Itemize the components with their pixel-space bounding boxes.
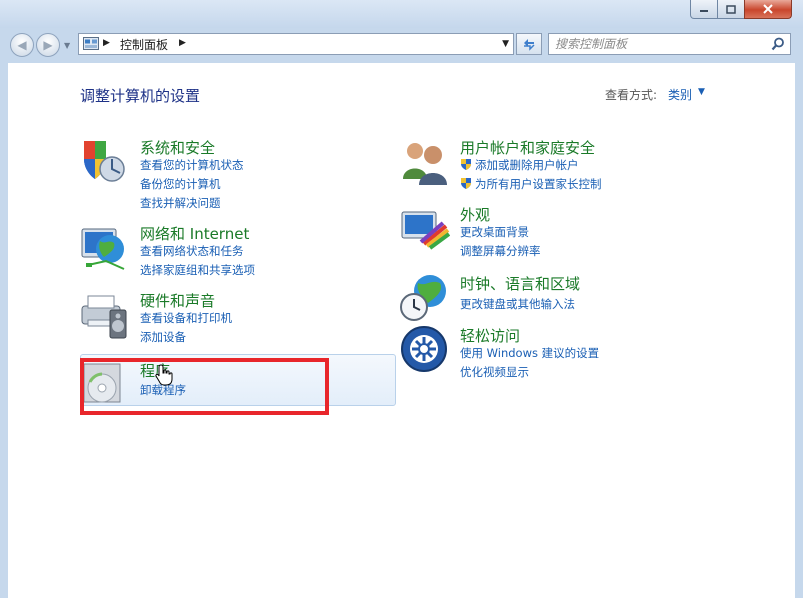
forward-button[interactable]: ▶ — [36, 33, 60, 57]
system-security-icon — [84, 141, 125, 182]
link-add-remove-accounts[interactable]: 添加或删除用户帐户 — [460, 157, 579, 173]
navigation-bar: ◀ ▶ ▼ ▶ 控制面板 ▶ ▼ — [0, 28, 803, 62]
link-change-desktop-background[interactable]: 更改桌面背景 — [460, 224, 529, 240]
refresh-button[interactable] — [516, 33, 542, 55]
refresh-icon — [524, 39, 535, 51]
category-system-security: 系统和安全 查看您的计算机状态 备份您的计算机 查找并解决问题 — [80, 137, 340, 212]
link-label[interactable]: 为所有用户设置家长控制 — [475, 177, 602, 191]
address-dropdown-icon[interactable]: ▼ — [502, 39, 509, 49]
breadcrumb-control-panel[interactable]: 控制面板 — [120, 36, 168, 53]
link-change-keyboard-input[interactable]: 更改键盘或其他输入法 — [460, 296, 575, 312]
clock-language-icon — [400, 275, 446, 321]
maximize-icon — [726, 4, 736, 14]
control-panel-icon — [83, 37, 99, 50]
category-ease-of-access: 轻松访问 使用 Windows 建议的设置 优化视频显示 — [400, 325, 660, 383]
category-title[interactable]: 硬件和声音 — [140, 290, 215, 311]
link-windows-suggested-settings[interactable]: 使用 Windows 建议的设置 — [460, 345, 599, 361]
category-network-internet: 网络和 Internet 查看网络状态和任务 选择家庭组和共享选项 — [80, 223, 340, 281]
close-icon — [763, 4, 773, 14]
category-title[interactable]: 系统和安全 — [140, 137, 215, 158]
title-bar[interactable] — [0, 0, 803, 28]
maximize-button[interactable] — [717, 0, 745, 19]
back-button[interactable]: ◀ — [10, 33, 34, 57]
breadcrumb-separator-icon[interactable]: ▶ — [103, 38, 110, 48]
category-clock-language-region: 时钟、语言和区域 更改键盘或其他输入法 — [400, 273, 660, 321]
category-title[interactable]: 网络和 Internet — [140, 223, 249, 244]
uac-shield-icon — [461, 178, 471, 189]
view-by-label: 查看方式: — [605, 88, 658, 102]
view-by-dropdown[interactable]: 类别 — [668, 86, 692, 103]
search-input[interactable] — [555, 35, 765, 53]
link-add-device[interactable]: 添加设备 — [140, 329, 186, 345]
hardware-sound-icon — [81, 295, 127, 339]
view-by-dropdown-arrow-icon[interactable]: ▼ — [698, 87, 705, 97]
link-find-fix-problems[interactable]: 查找并解决问题 — [140, 195, 221, 211]
category-title[interactable]: 轻松访问 — [460, 325, 520, 346]
breadcrumb-chevron-icon[interactable]: ▶ — [179, 38, 186, 48]
forward-arrow-icon: ▶ — [43, 38, 53, 52]
ease-of-access-icon — [401, 326, 447, 372]
minimize-button[interactable] — [690, 0, 718, 19]
close-button[interactable] — [744, 0, 792, 19]
link-label[interactable]: 添加或删除用户帐户 — [475, 158, 579, 172]
link-backup-computer[interactable]: 备份您的计算机 — [140, 176, 221, 192]
search-icon[interactable] — [771, 37, 785, 51]
hand-pointer-cursor-icon — [155, 364, 173, 386]
category-hardware-sound: 硬件和声音 查看设备和打印机 添加设备 — [80, 290, 340, 348]
category-title[interactable]: 用户帐户和家庭安全 — [460, 137, 595, 158]
link-optimize-video-display[interactable]: 优化视频显示 — [460, 364, 529, 380]
category-user-accounts: 用户帐户和家庭安全 添加或删除用户帐户 为所有用户设置家长控制 — [400, 137, 660, 195]
link-adjust-resolution[interactable]: 调整屏幕分辨率 — [460, 243, 541, 259]
address-bar[interactable]: ▶ 控制面板 ▶ ▼ — [78, 33, 514, 55]
minimize-icon — [700, 10, 708, 12]
control-panel-window: ◀ ▶ ▼ ▶ 控制面板 ▶ ▼ 搜索控制面板 调整计算机的设置 查看方式: 类… — [0, 0, 803, 598]
page-title: 调整计算机的设置 — [80, 87, 201, 105]
link-parental-controls[interactable]: 为所有用户设置家长控制 — [460, 176, 602, 192]
user-accounts-icon — [403, 143, 447, 185]
link-devices-printers[interactable]: 查看设备和打印机 — [140, 310, 232, 326]
uac-shield-icon — [461, 159, 471, 170]
category-title[interactable]: 时钟、语言和区域 — [460, 273, 580, 294]
link-view-network-status[interactable]: 查看网络状态和任务 — [140, 243, 244, 259]
category-title[interactable]: 外观 — [460, 204, 490, 225]
search-box[interactable] — [548, 33, 791, 55]
window-frame-right — [795, 63, 803, 598]
link-homegroup-sharing[interactable]: 选择家庭组和共享选项 — [140, 262, 255, 278]
category-appearance: 外观 更改桌面背景 调整屏幕分辨率 — [400, 204, 660, 262]
recent-pages-dropdown[interactable]: ▼ — [64, 41, 74, 51]
back-arrow-icon: ◀ — [17, 38, 27, 52]
appearance-icon — [401, 211, 450, 250]
network-internet-icon — [81, 228, 125, 270]
annotation-highlight-box — [80, 358, 329, 415]
link-view-computer-status[interactable]: 查看您的计算机状态 — [140, 157, 244, 173]
